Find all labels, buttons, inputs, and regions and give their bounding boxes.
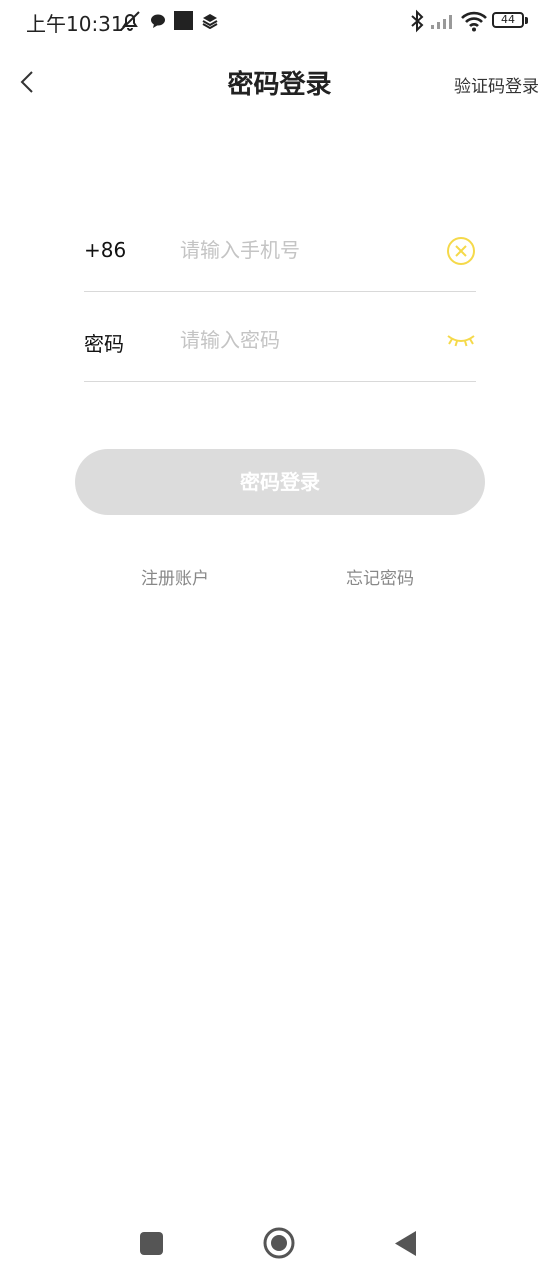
phone-input[interactable]: [180, 236, 430, 264]
password-field-row: 密码: [84, 292, 476, 382]
wifi-icon: [460, 10, 488, 36]
home-icon: [263, 1227, 295, 1263]
forgot-password-link[interactable]: 忘记密码: [346, 564, 414, 589]
layers-icon: [202, 13, 218, 33]
eye-closed-icon: [446, 335, 476, 356]
phone-field-row: +86: [84, 202, 476, 292]
password-login-button[interactable]: 密码登录: [75, 449, 485, 515]
password-input[interactable]: [180, 326, 430, 354]
clear-circle-icon: [446, 237, 476, 270]
home-button[interactable]: [263, 1227, 295, 1263]
verification-code-login-link[interactable]: 验证码登录: [454, 72, 539, 97]
mute-notification-icon: [118, 9, 142, 37]
register-account-link[interactable]: 注册账户: [141, 564, 209, 589]
square-app-icon: [174, 11, 193, 34]
recent-apps-button[interactable]: [140, 1232, 163, 1259]
battery-icon: 44: [492, 12, 528, 28]
password-label: 密码: [84, 332, 124, 356]
clear-phone-button[interactable]: [446, 236, 476, 266]
back-triangle-icon: [394, 1231, 418, 1261]
chat-bubble-icon: [150, 13, 166, 33]
login-screen: 上午10:31 44 密码登录 验证码登录 +86 请输入手机号 密码 密码登录…: [0, 0, 559, 1280]
recent-apps-icon: [140, 1232, 163, 1259]
status-time: 上午10:31: [26, 12, 124, 36]
country-code-label[interactable]: +86: [84, 238, 126, 262]
signal-icon: [430, 12, 456, 34]
bluetooth-icon: [409, 9, 425, 37]
toggle-password-visibility-button[interactable]: [446, 330, 476, 352]
status-bar: 上午10:31 44: [0, 0, 559, 44]
system-back-button[interactable]: [394, 1230, 418, 1261]
